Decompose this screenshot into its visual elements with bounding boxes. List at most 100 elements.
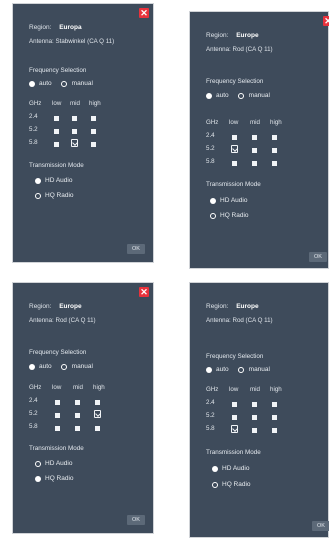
region-line: Region: Europe [29,303,82,310]
ghz-label: GHz [29,384,42,391]
grid-cell[interactable] [54,142,59,147]
antenna-line: Antenna: Rod (CA Q 11) [206,46,273,53]
hand-pointer-icon[interactable] [231,145,238,153]
grid-cell[interactable] [272,161,277,166]
grid-cell[interactable] [72,129,77,134]
grid-cell[interactable] [232,415,237,420]
tm-hd-radio[interactable]: HD Audio [35,460,72,467]
frequency-selection-title: Frequency Selection [29,67,87,74]
grid-cell[interactable] [55,413,60,418]
col-high-label: high [89,100,101,107]
frequency-radio-group: auto manual [206,366,280,373]
antenna-line: Antenna: Rod (CA Q 11) [206,317,273,324]
grid-cell[interactable] [95,426,100,431]
tm-hd-radio[interactable]: HD Audio [212,465,249,472]
row-label: 2.4 [206,399,215,406]
radio-unselected-icon [35,460,41,467]
col-mid-label: mid [73,384,83,391]
row-label: 5.2 [29,410,38,417]
antenna-dialog-rod-b: ✕ Region: Europe Antenna: Rod (CA Q 11) … [13,283,153,533]
freq-manual-label: manual [248,366,270,373]
row-label: 5.8 [206,158,215,165]
tm-hq-radio[interactable]: HQ Radio [210,212,249,219]
grid-cell[interactable] [54,116,59,121]
grid-cell[interactable] [232,402,237,407]
col-low-label: low [229,386,239,393]
radio-selected-icon [29,363,35,370]
region-label: Region: [29,24,52,31]
grid-cell[interactable] [272,148,277,153]
grid-cell[interactable] [252,402,257,407]
row-label: 2.4 [29,113,38,120]
row-label: 5.8 [29,423,38,430]
freq-auto-radio[interactable]: auto [29,363,52,370]
row-label: 5.8 [29,139,38,146]
freq-manual-label: manual [71,80,93,87]
hand-pointer-icon[interactable] [231,425,238,433]
freq-manual-radio[interactable]: manual [60,363,94,370]
freq-manual-radio[interactable]: manual [60,80,94,87]
ok-button[interactable]: OK [309,252,327,262]
transmission-mode-title: Transmission Mode [206,449,261,456]
col-low-label: low [52,100,62,107]
freq-auto-radio[interactable]: auto [206,92,229,99]
close-icon[interactable]: ✕ [139,8,149,18]
row-label: 2.4 [206,132,215,139]
region-value: Europa [59,24,82,31]
grid-cell[interactable] [272,135,277,140]
grid-cell[interactable] [252,161,257,166]
grid-cell[interactable] [75,400,80,405]
close-icon[interactable]: ✕ [139,287,149,297]
grid-cell[interactable] [55,426,60,431]
ok-button[interactable]: OK [127,244,145,254]
grid-cell[interactable] [272,428,277,433]
grid-cell[interactable] [75,426,80,431]
grid-cell[interactable] [91,142,96,147]
grid-cell[interactable] [75,413,80,418]
grid-cell[interactable] [72,116,77,121]
col-mid-label: mid [70,100,80,107]
tm-hd-radio[interactable]: HD Audio [35,177,72,184]
grid-cell[interactable] [252,148,257,153]
col-low-label: low [52,384,62,391]
grid-cell[interactable] [91,129,96,134]
grid-cell[interactable] [55,400,60,405]
antenna-line: Antenna: Stabwinkel (CA Q 11) [29,38,115,45]
radio-selected-icon [35,475,41,482]
freq-auto-radio[interactable]: auto [29,80,52,87]
region-label: Region: [29,303,52,310]
grid-cell[interactable] [91,116,96,121]
grid-cell[interactable] [252,428,257,433]
grid-cell[interactable] [95,400,100,405]
close-icon[interactable]: ✕ [323,16,329,26]
grid-cell[interactable] [272,415,277,420]
grid-cell[interactable] [252,415,257,420]
ok-button[interactable]: OK [312,521,329,531]
radio-unselected-icon [210,212,216,219]
ok-button[interactable]: OK [127,515,145,525]
radio-selected-icon [206,366,212,373]
col-high-label: high [93,384,105,391]
grid-cell[interactable] [272,402,277,407]
tm-hd-label: HD Audio [45,177,73,184]
tm-hq-label: HQ Radio [45,192,74,199]
tm-hq-radio[interactable]: HQ Radio [212,481,251,488]
col-high-label: high [270,119,282,126]
freq-manual-radio[interactable]: manual [237,92,271,99]
freq-auto-label: auto [39,80,52,87]
transmission-mode-title: Transmission Mode [29,162,84,169]
grid-cell[interactable] [54,129,59,134]
region-line: Region: Europe [206,32,259,39]
grid-cell[interactable] [232,161,237,166]
tm-hq-radio[interactable]: HQ Radio [35,192,74,199]
tm-hq-radio[interactable]: HQ Radio [35,475,74,482]
hand-pointer-icon[interactable] [94,410,101,418]
ghz-label: GHz [206,119,219,126]
freq-manual-radio[interactable]: manual [237,366,271,373]
hand-pointer-icon[interactable] [71,139,78,147]
tm-hd-radio[interactable]: HD Audio [210,197,247,204]
grid-cell[interactable] [232,135,237,140]
radio-selected-icon [210,197,216,204]
freq-auto-radio[interactable]: auto [206,366,229,373]
grid-cell[interactable] [252,135,257,140]
